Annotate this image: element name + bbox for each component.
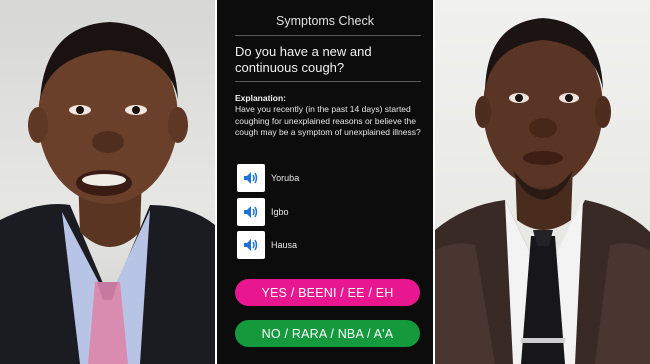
language-label-igbo: Igbo — [271, 207, 289, 217]
language-row-igbo[interactable]: Igbo — [237, 198, 289, 226]
speaker-icon[interactable] — [237, 198, 265, 226]
explanation-text: Have you recently (in the past 14 days) … — [235, 104, 421, 138]
language-row-yoruba[interactable]: Yoruba — [237, 164, 299, 192]
yes-button[interactable]: YES / BEENI / EE / EH — [235, 279, 420, 306]
question-divider — [235, 81, 421, 82]
portrait-left — [0, 0, 215, 364]
phone-screen: Symptoms Check Do you have a new and con… — [217, 0, 433, 364]
language-label-yoruba: Yoruba — [271, 173, 300, 183]
explanation-label: Explanation: — [235, 93, 287, 103]
speaker-icon[interactable] — [237, 164, 265, 192]
language-label-hausa: Hausa — [271, 240, 298, 250]
speaker-icon[interactable] — [237, 231, 265, 259]
question-text: Do you have a new and continuous cough? — [235, 44, 372, 75]
screen-title: Symptoms Check — [276, 14, 374, 28]
language-row-hausa[interactable]: Hausa — [237, 231, 297, 259]
portrait-right — [435, 0, 650, 364]
title-divider — [235, 35, 421, 36]
no-button[interactable]: NO / RARA / NBA / A'A — [235, 320, 420, 347]
